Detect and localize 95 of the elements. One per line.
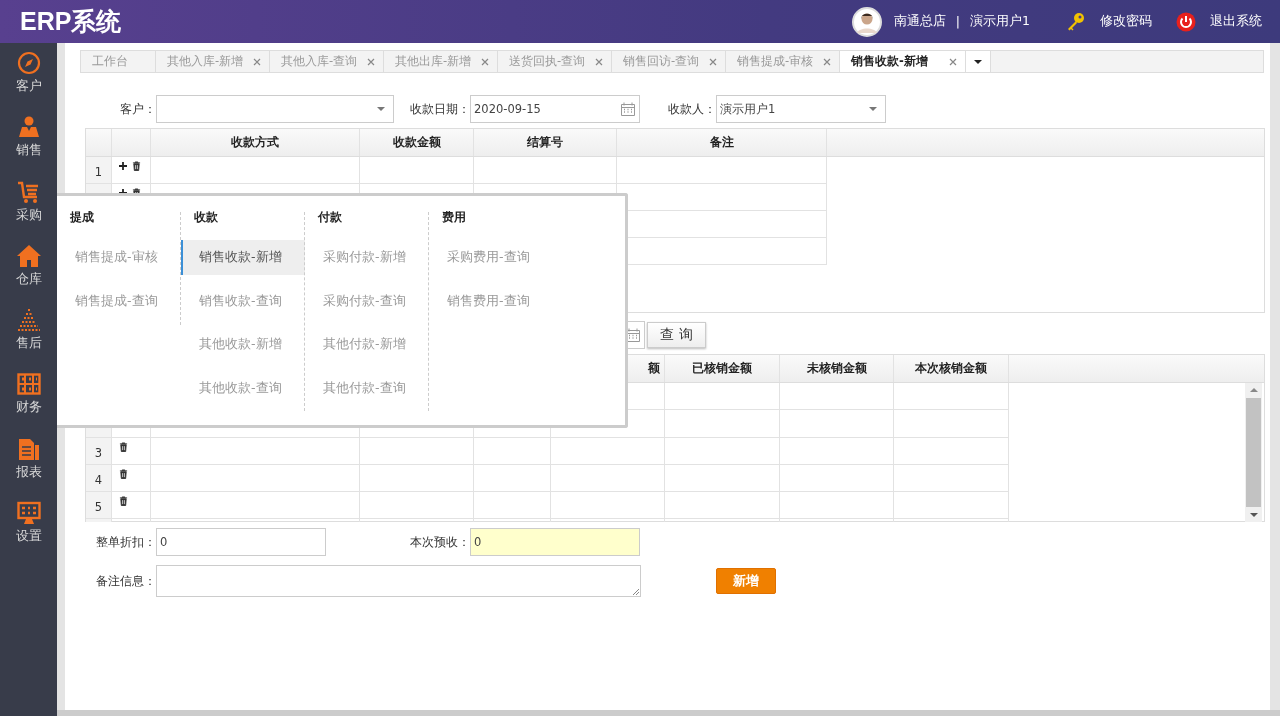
menu-item[interactable]: 采购付款-查询 bbox=[305, 283, 429, 319]
discount-field[interactable]: 0 bbox=[156, 528, 326, 556]
payee-label: 收款人： bbox=[667, 101, 716, 117]
scrollbar[interactable] bbox=[1245, 383, 1262, 522]
app-title: ERP系统 bbox=[20, 6, 122, 37]
tab[interactable]: 送货回执-查询 bbox=[498, 51, 612, 72]
menu-item[interactable]: 销售费用-查询 bbox=[429, 283, 553, 319]
tab-list-button[interactable] bbox=[966, 51, 991, 72]
sidebar-item[interactable]: 售后 bbox=[15, 335, 42, 353]
close-icon[interactable] bbox=[709, 57, 717, 66]
house-icon bbox=[16, 243, 41, 268]
tab[interactable]: 其他入库-新增 bbox=[156, 51, 270, 72]
column-header: 未核销金额 bbox=[780, 355, 894, 382]
caret-icon[interactable] bbox=[974, 59, 982, 64]
tab[interactable]: 销售回访-查询 bbox=[612, 51, 726, 72]
row-number: 4 bbox=[86, 464, 112, 493]
trash-icon[interactable] bbox=[119, 441, 128, 452]
row-number: 1 bbox=[86, 157, 112, 184]
dropdown-caret-icon[interactable] bbox=[869, 107, 877, 111]
column-header: 结算号 bbox=[474, 129, 617, 156]
scroll-down-icon[interactable] bbox=[1249, 513, 1258, 517]
cart-icon bbox=[16, 179, 41, 204]
calendar-icon[interactable] bbox=[625, 327, 641, 343]
column-header: 已核销金额 bbox=[665, 355, 780, 382]
column-header: 备注 bbox=[617, 129, 827, 156]
power-icon[interactable] bbox=[1176, 11, 1196, 32]
calendar-icon[interactable] bbox=[620, 101, 636, 117]
trash-icon[interactable] bbox=[119, 468, 128, 479]
menu-item[interactable]: 销售提成-查询 bbox=[57, 283, 181, 319]
menu-item[interactable]: 其他付款-查询 bbox=[305, 370, 429, 406]
sidebar-item[interactable]: 报表 bbox=[15, 463, 42, 481]
menu-item[interactable]: 销售提成-审核 bbox=[57, 240, 181, 275]
payee-select[interactable]: 演示用户1 bbox=[716, 95, 886, 123]
menu-group-title: 提成 bbox=[69, 210, 95, 226]
tab[interactable]: 其他出库-新增 bbox=[384, 51, 498, 72]
query-button[interactable]: 查 询 bbox=[647, 322, 706, 348]
remark-field[interactable] bbox=[156, 565, 641, 597]
tab[interactable]: 其他入库-查询 bbox=[270, 51, 384, 72]
menu-group-title: 费用 bbox=[441, 210, 467, 226]
user-name: 演示用户1 bbox=[970, 13, 1030, 30]
sidebar-item[interactable]: 客户 bbox=[15, 78, 42, 95]
dropdown-caret-icon[interactable] bbox=[377, 107, 385, 111]
monitor-icon bbox=[16, 501, 41, 526]
logout-link[interactable]: 退出系统 bbox=[1210, 13, 1262, 30]
prepaid-label: 本次预收： bbox=[409, 534, 470, 550]
store-name: 南通总店 bbox=[893, 13, 946, 30]
change-password-link[interactable]: 修改密码 bbox=[1100, 13, 1152, 30]
date-field[interactable]: 2020-09-15 bbox=[470, 95, 640, 123]
scroll-thumb[interactable] bbox=[1246, 398, 1261, 507]
add-icon[interactable] bbox=[119, 162, 127, 170]
menu-item[interactable]: 采购费用-查询 bbox=[429, 240, 553, 275]
tab[interactable]: 销售收款-新增 bbox=[840, 51, 966, 72]
menu-item[interactable]: 其他收款-新增 bbox=[181, 327, 305, 362]
sidebar-item[interactable]: 仓库 bbox=[15, 270, 42, 288]
menu-item[interactable]: 其他收款-查询 bbox=[181, 370, 305, 406]
close-icon[interactable] bbox=[481, 57, 489, 66]
separator: | bbox=[955, 14, 961, 29]
key-icon[interactable] bbox=[1066, 11, 1086, 32]
close-icon[interactable] bbox=[595, 57, 603, 66]
scroll-up-icon[interactable] bbox=[1249, 388, 1258, 392]
menu-item[interactable]: 采购付款-新增 bbox=[305, 240, 429, 275]
avatar-icon bbox=[851, 6, 882, 37]
remark-label: 备注信息： bbox=[95, 573, 156, 589]
person-icon bbox=[16, 115, 41, 140]
row-number: 3 bbox=[86, 437, 112, 465]
bar-chart-icon bbox=[16, 308, 41, 333]
tab[interactable]: 工作台 bbox=[81, 51, 156, 72]
add-button[interactable]: 新增 bbox=[716, 568, 776, 594]
close-icon[interactable] bbox=[253, 57, 261, 66]
row-number: 5 bbox=[86, 492, 112, 520]
documents-icon bbox=[16, 436, 41, 461]
sidebar-item[interactable]: 采购 bbox=[15, 206, 42, 224]
trash-icon[interactable] bbox=[119, 496, 128, 507]
menu-item[interactable]: 销售收款-新增 bbox=[181, 240, 305, 275]
close-icon[interactable] bbox=[949, 57, 957, 66]
abacus-icon bbox=[16, 372, 41, 397]
close-icon[interactable] bbox=[823, 57, 831, 66]
resize-grip-icon[interactable] bbox=[631, 587, 639, 595]
discount-label: 整单折扣： bbox=[95, 534, 156, 550]
sidebar-item[interactable]: 销售 bbox=[15, 142, 42, 160]
sidebar-item[interactable]: 设置 bbox=[15, 528, 42, 546]
prepaid-field[interactable]: 0 bbox=[470, 528, 640, 556]
menu-group-title: 收款 bbox=[193, 210, 219, 226]
column-header: 收款金额 bbox=[360, 129, 474, 156]
compass-icon bbox=[16, 51, 41, 75]
customer-label: 客户： bbox=[119, 101, 156, 117]
close-icon[interactable] bbox=[367, 57, 375, 66]
column-header: 本次核销金额 bbox=[894, 355, 1009, 382]
menu-item[interactable]: 销售收款-查询 bbox=[181, 283, 305, 319]
trash-icon[interactable] bbox=[132, 161, 141, 171]
date-label: 收款日期： bbox=[409, 101, 470, 117]
column-header: 收款方式 bbox=[151, 129, 360, 156]
menu-item[interactable]: 其他付款-新增 bbox=[305, 327, 429, 362]
menu-group-title: 付款 bbox=[316, 210, 343, 226]
sidebar-item[interactable]: 财务 bbox=[15, 399, 42, 417]
